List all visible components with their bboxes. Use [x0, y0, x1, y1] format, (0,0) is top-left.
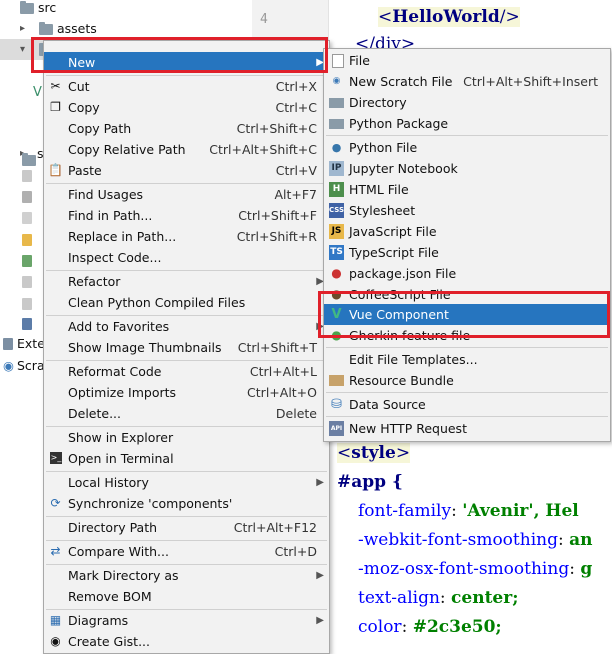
scratch-icon: ◉	[332, 76, 341, 86]
ts-icon: TS	[329, 245, 344, 260]
new-submenu: File ◉ New Scratch File Ctrl+Alt+Shift+Ins…	[323, 48, 611, 442]
code-line-helloworld: <HelloWorld/>	[378, 7, 520, 27]
folder-icon	[22, 153, 36, 166]
file-icon	[332, 54, 344, 68]
menu-item-reformat-code[interactable]: Reformat Code Ctrl+Alt+L	[44, 361, 329, 382]
menu-item-optimize-imports[interactable]: Optimize Imports Ctrl+Alt+O	[44, 382, 329, 403]
menu-item-mark-directory-as[interactable]: Mark Directory as ▶	[44, 565, 329, 586]
menu-item-copy-path[interactable]: Copy Path Ctrl+Shift+C	[44, 118, 329, 139]
tree-item-assets[interactable]: ▸ assets	[0, 18, 252, 39]
github-icon: ◉	[50, 634, 61, 648]
submenu-item-javascript-file[interactable]: JS JavaScript File	[324, 221, 610, 242]
api-icon: API	[329, 421, 344, 436]
menu-item-find-usages[interactable]: Find Usages Alt+F7	[44, 184, 329, 205]
copy-icon: ❐	[50, 100, 61, 114]
highlight-box-new	[31, 37, 328, 73]
code-line: font-family: 'Avenir', Hel	[358, 501, 579, 521]
line-number: 4	[260, 12, 268, 27]
menu-item-create-gist[interactable]: ◉ Create Gist...	[44, 631, 329, 652]
chevron-right-icon: ▶	[316, 615, 324, 626]
submenu-item-resource-bundle[interactable]: Resource Bundle	[324, 370, 610, 391]
chevron-right-icon[interactable]: ▸	[20, 18, 25, 39]
submenu-item-stylesheet[interactable]: CSS Stylesheet	[324, 200, 610, 221]
submenu-item-new-scratch-file[interactable]: ◉ New Scratch File Ctrl+Alt+Shift+Insert	[324, 71, 610, 92]
menu-item-compare-with[interactable]: ⇄ Compare With... Ctrl+D	[44, 541, 329, 562]
menu-item-refactor[interactable]: Refactor ▶	[44, 271, 329, 292]
paste-icon: 📋	[48, 163, 63, 177]
html-icon: H	[329, 182, 344, 197]
menu-item-open-in-terminal[interactable]: >_ Open in Terminal	[44, 448, 329, 469]
npm-icon: ●	[331, 266, 342, 280]
submenu-item-html-file[interactable]: H HTML File	[324, 179, 610, 200]
submenu-item-file[interactable]: File	[324, 50, 610, 71]
folder-icon	[329, 98, 344, 108]
submenu-item-data-source[interactable]: ⛁ Data Source	[324, 394, 610, 415]
menu-item-cut[interactable]: ✂ Cut Ctrl+X	[44, 76, 329, 97]
file-icon	[22, 212, 32, 224]
submenu-item-directory[interactable]: Directory	[324, 92, 610, 113]
chevron-right-icon: ▶	[316, 570, 324, 581]
menu-item-copy[interactable]: ❐ Copy Ctrl+C	[44, 97, 329, 118]
highlight-box-vue-component	[318, 291, 610, 338]
file-icon	[22, 170, 32, 182]
chevron-right-icon: ▶	[316, 477, 324, 488]
folder-icon	[20, 1, 34, 14]
css-icon: CSS	[329, 203, 344, 218]
menu-item-inspect-code[interactable]: Inspect Code...	[44, 247, 329, 268]
vue-file-icon: V	[33, 85, 42, 100]
compare-icon: ⇄	[50, 544, 61, 558]
submenu-item-package-json-file[interactable]: ● package.json File	[324, 263, 610, 284]
menu-item-synchronize[interactable]: ⟳ Synchronize 'components'	[44, 493, 329, 514]
chevron-down-icon[interactable]: ▾	[20, 39, 25, 60]
markdown-file-icon	[22, 318, 32, 330]
menu-item-delete[interactable]: Delete... Delete	[44, 403, 329, 424]
submenu-item-new-http-request[interactable]: API New HTTP Request	[324, 418, 610, 439]
file-icon	[22, 298, 32, 310]
diagram-icon: ▦	[49, 613, 62, 627]
package-icon	[329, 119, 344, 129]
menu-item-paste[interactable]: 📋 Paste Ctrl+V	[44, 160, 329, 181]
folder-icon	[39, 22, 53, 35]
menu-item-find-in-path[interactable]: Find in Path... Ctrl+Shift+F	[44, 205, 329, 226]
submenu-item-python-file[interactable]: ● Python File	[324, 137, 610, 158]
submenu-item-typescript-file[interactable]: TS TypeScript File	[324, 242, 610, 263]
menu-item-show-in-explorer[interactable]: Show in Explorer	[44, 427, 329, 448]
submenu-item-jupyter-notebook[interactable]: IP Jupyter Notebook	[324, 158, 610, 179]
menu-item-replace-in-path[interactable]: Replace in Path... Ctrl+Shift+R	[44, 226, 329, 247]
menu-item-remove-bom[interactable]: Remove BOM	[44, 586, 329, 607]
menu-item-directory-path[interactable]: Directory Path Ctrl+Alt+F12	[44, 517, 329, 538]
scratches-icon: ◉	[3, 358, 14, 373]
database-icon: ⛁	[331, 397, 342, 412]
code-line: -moz-osx-font-smoothing: g	[358, 559, 593, 579]
menu-item-copy-relative-path[interactable]: Copy Relative Path Ctrl+Alt+Shift+C	[44, 139, 329, 160]
settings-file-icon	[22, 191, 32, 203]
code-line: text-align: center;	[358, 588, 519, 608]
menu-item-diagrams[interactable]: ▦ Diagrams ▶	[44, 610, 329, 631]
code-line: -webkit-font-smoothing: an	[358, 530, 593, 550]
bundle-icon	[329, 375, 344, 386]
library-icon	[3, 338, 13, 350]
js-icon: JS	[329, 224, 344, 239]
file-icon	[22, 276, 32, 288]
code-line-selector: #app {	[337, 472, 403, 492]
sync-icon: ⟳	[50, 496, 61, 510]
jupyter-icon: IP	[329, 161, 344, 176]
menu-item-clean-python-compiled[interactable]: Clean Python Compiled Files	[44, 292, 329, 313]
menu-item-local-history[interactable]: Local History ▶	[44, 472, 329, 493]
html-file-icon	[22, 255, 32, 267]
menu-item-show-image-thumbnails[interactable]: Show Image Thumbnails Ctrl+Shift+T	[44, 337, 329, 358]
code-line: color: #2c3e50;	[358, 617, 502, 637]
code-line-style: <style>	[337, 443, 411, 463]
terminal-icon: >_	[50, 452, 62, 464]
context-menu: New ▶ ✂ Cut Ctrl+X ❐ Copy Ctrl+C Copy Path Ctr…	[43, 40, 330, 654]
menu-item-add-to-favorites[interactable]: Add to Favorites ▶	[44, 316, 329, 337]
python-icon: ●	[331, 141, 342, 154]
tree-item-src[interactable]: src	[0, 0, 252, 18]
submenu-item-edit-file-templates[interactable]: Edit File Templates...	[324, 349, 610, 370]
js-file-icon	[22, 234, 32, 246]
cut-icon: ✂	[50, 79, 61, 93]
submenu-item-python-package[interactable]: Python Package	[324, 113, 610, 134]
